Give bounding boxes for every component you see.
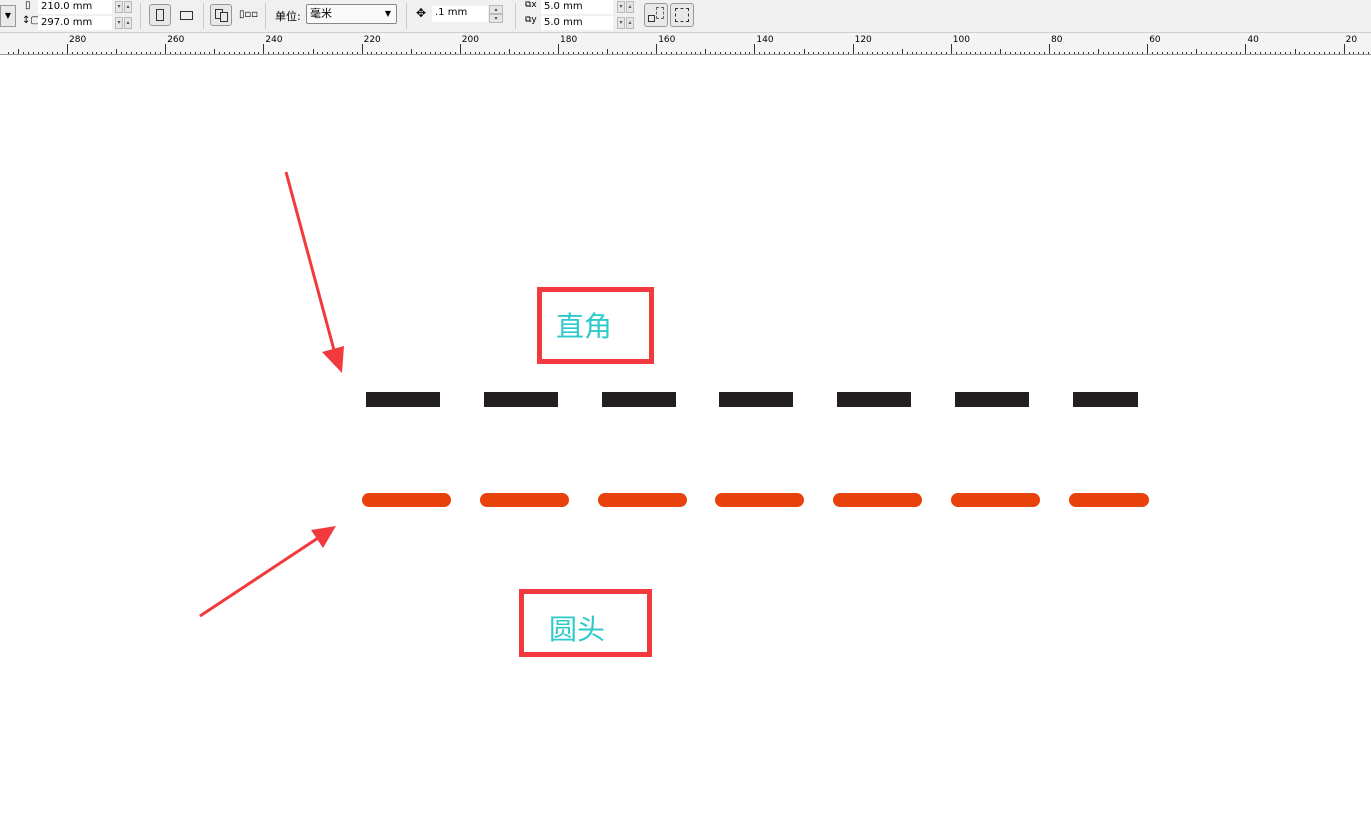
square-dash	[955, 392, 1029, 407]
square-dash	[366, 392, 440, 407]
round-label: 圆头	[549, 613, 606, 646]
round-dash	[715, 493, 805, 507]
arrow-top	[284, 171, 344, 373]
square-dash	[1072, 392, 1138, 407]
square-label: 直角	[556, 310, 613, 343]
arrow-bottom	[199, 526, 336, 618]
round-dash	[833, 493, 923, 507]
square-dash	[719, 392, 794, 407]
round-dash	[597, 493, 687, 507]
annotation-arrows	[199, 171, 344, 618]
round-dash	[1068, 493, 1149, 507]
square-dash	[601, 392, 676, 407]
round-dash	[362, 493, 451, 507]
square-dash	[483, 392, 558, 407]
round-dash	[951, 493, 1040, 507]
round-dash	[479, 493, 569, 507]
square-dash	[837, 392, 912, 407]
